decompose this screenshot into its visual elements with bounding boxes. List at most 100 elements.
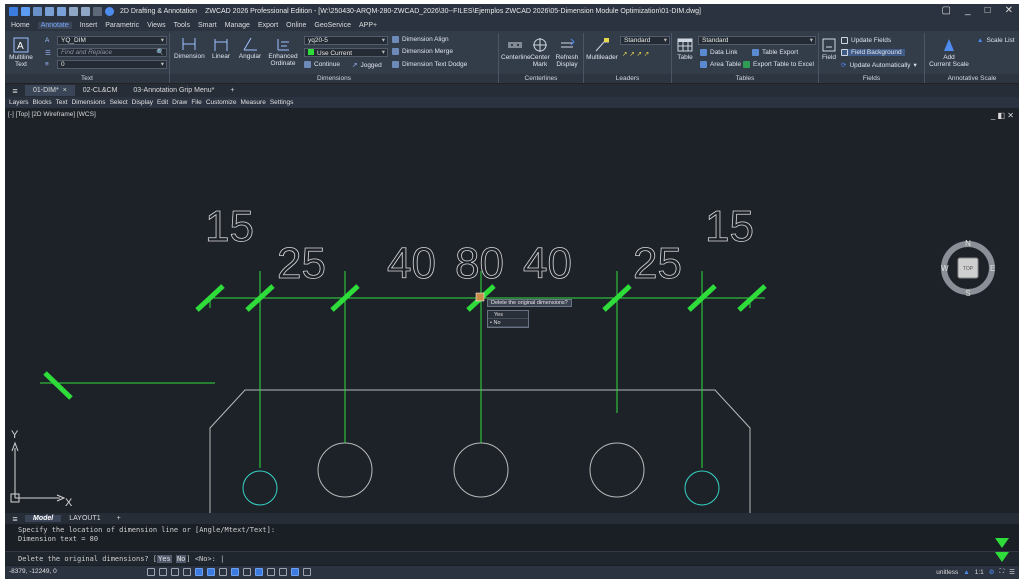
file-tab-03-grip-menu[interactable]: 03-Annotation Grip Menu* [125, 85, 222, 96]
export-to-excel-button[interactable]: Export Table to Excel [743, 61, 814, 68]
grid-toggle-icon[interactable] [147, 568, 155, 576]
workspace-icon[interactable] [105, 7, 114, 16]
command-option-yes[interactable]: Yes [157, 555, 172, 563]
layout-menu-icon[interactable]: ≡ [5, 514, 25, 524]
tab-tools[interactable]: Tools [174, 22, 190, 29]
dim-text-40-right[interactable]: 40 [523, 239, 573, 289]
units-toggle-icon[interactable] [291, 568, 299, 576]
tab-smart[interactable]: Smart [198, 22, 217, 29]
print-icon[interactable] [69, 7, 78, 16]
menu-icon[interactable]: ≡ [5, 86, 25, 96]
transparency-toggle-icon[interactable] [243, 568, 251, 576]
new-tab-button[interactable]: + [222, 85, 242, 96]
menu-blocks[interactable]: Blocks [33, 99, 52, 106]
new-file-icon[interactable] [21, 7, 30, 16]
menu-file[interactable]: File [191, 99, 201, 106]
polar-toggle-icon[interactable] [183, 568, 191, 576]
annotation-monitor-icon[interactable] [267, 568, 275, 576]
tab-online[interactable]: Online [286, 22, 306, 29]
popup-option-yes[interactable]: Yes [488, 311, 528, 319]
layout-tab-layout1[interactable]: LAYOUT1 [61, 515, 108, 522]
viewcube[interactable]: TOP N S W E [938, 238, 998, 298]
undo-icon[interactable] [81, 7, 90, 16]
workspace-status-icon[interactable]: ⚙ [989, 568, 995, 576]
app-logo-icon[interactable] [9, 7, 18, 16]
dimension-merge-button[interactable]: Dimension Merge [392, 48, 453, 55]
continue-button[interactable]: Continue [304, 61, 340, 68]
redo-icon[interactable] [93, 7, 102, 16]
table-style-select[interactable]: Standard ▾ [698, 36, 816, 45]
menu-dimensions[interactable]: Dimensions [72, 99, 106, 106]
leader-tools-icons[interactable]: ↗ ↗ ↗ ↗ [622, 50, 649, 58]
add-current-scale-button[interactable]: Add Current Scale [929, 37, 969, 68]
dim-style-select[interactable]: yq20-5 ▾ [304, 36, 388, 45]
lineweight-toggle-icon[interactable] [231, 568, 239, 576]
otrack-toggle-icon[interactable] [207, 568, 215, 576]
customize-statusbar-icon[interactable]: ☰ [1009, 568, 1015, 576]
dim-text-15-right[interactable]: 15 [705, 202, 755, 252]
command-input[interactable]: Delete the original dimensions? [Yes No]… [5, 551, 1019, 565]
field-button[interactable]: Field [821, 37, 837, 61]
tab-insert[interactable]: Insert [80, 22, 98, 29]
tab-parametric[interactable]: Parametric [105, 22, 139, 29]
dimension-button[interactable]: Dimension [174, 36, 205, 60]
jogged-button[interactable]: ↗ Jogged [352, 61, 382, 70]
units-indicator[interactable]: unitless [936, 569, 958, 576]
dim-layer-select[interactable]: Use Current ▾ [304, 48, 388, 57]
linear-button[interactable]: Linear [208, 36, 234, 60]
restore-icon[interactable]: ▢ [942, 5, 951, 16]
snap-toggle-icon[interactable] [159, 568, 167, 576]
angular-button[interactable]: Angular [236, 36, 264, 60]
dim-text-25-right[interactable]: 25 [633, 239, 683, 289]
dim-text-15-left[interactable]: 15 [205, 202, 255, 252]
custom-toggle-icon[interactable] [303, 568, 311, 576]
anno-scale-value[interactable]: 1:1 [975, 569, 984, 576]
layout-tab-model[interactable]: Model [25, 515, 62, 522]
multiline-text-button[interactable]: A Multiline Text [9, 37, 33, 68]
leader-style-select[interactable]: Standard ▾ [620, 36, 670, 45]
text-height-select[interactable]: 0 ▾ [57, 60, 167, 69]
file-tab-02-clcm[interactable]: 02-CL&CM [75, 85, 126, 96]
qp-toggle-icon[interactable] [279, 568, 287, 576]
minimize-icon[interactable]: _ [965, 5, 971, 16]
dim-text-25-left[interactable]: 25 [277, 239, 327, 289]
dim-text-40-left[interactable]: 40 [387, 239, 437, 289]
find-replace-input[interactable]: Find and Replace 🔍 [57, 48, 167, 57]
centerline-button[interactable]: Centerline [501, 37, 531, 61]
ortho-toggle-icon[interactable] [171, 568, 179, 576]
dim-text-80[interactable]: 80 [455, 239, 505, 289]
tab-app-plus[interactable]: APP+ [359, 22, 377, 29]
open-file-icon[interactable] [33, 7, 42, 16]
save-icon[interactable] [45, 7, 54, 16]
close-icon[interactable]: ✕ [1005, 5, 1013, 16]
menu-text[interactable]: Text [56, 99, 68, 106]
field-background-button[interactable]: Field Background [841, 49, 905, 56]
menu-edit[interactable]: Edit [157, 99, 168, 106]
menu-draw[interactable]: Draw [172, 99, 187, 106]
selection-cycle-toggle-icon[interactable] [255, 568, 263, 576]
dyn-input-toggle-icon[interactable] [219, 568, 227, 576]
menu-measure[interactable]: Measure [241, 99, 266, 106]
osnap-toggle-icon[interactable] [195, 568, 203, 576]
menu-select[interactable]: Select [110, 99, 128, 106]
add-layout-button[interactable]: + [109, 515, 129, 522]
menu-customize[interactable]: Customize [206, 99, 237, 106]
update-fields-button[interactable]: Update Fields [841, 37, 891, 44]
popup-option-no[interactable]: • No [488, 319, 528, 327]
workspace-selector[interactable]: 2D Drafting & Annotation [120, 8, 197, 15]
drawing-canvas[interactable]: [-] [Top] [2D Wireframe] [WCS] _ ◧ ✕ 15 … [5, 108, 1019, 513]
tab-manage[interactable]: Manage [225, 22, 250, 29]
menu-display[interactable]: Display [132, 99, 153, 106]
refresh-display-button[interactable]: Refresh Display [553, 37, 581, 68]
scale-list-button[interactable]: ▲ Scale List [977, 37, 1015, 44]
file-tab-01-dim[interactable]: 01-DIM* × [25, 85, 75, 96]
anno-scale-icon[interactable]: ▲ [963, 569, 969, 576]
update-automatically-button[interactable]: ⟳ Update Automatically ▾ [841, 61, 917, 70]
command-option-no[interactable]: No [175, 555, 187, 563]
tab-views[interactable]: Views [147, 22, 166, 29]
tab-annotate[interactable]: Annotate [37, 21, 72, 29]
tab-geoservice[interactable]: GeoService [314, 22, 351, 29]
multileader-button[interactable]: Multileader [586, 37, 618, 61]
menu-settings[interactable]: Settings [270, 99, 294, 106]
maximize-icon[interactable]: □ [985, 5, 991, 16]
